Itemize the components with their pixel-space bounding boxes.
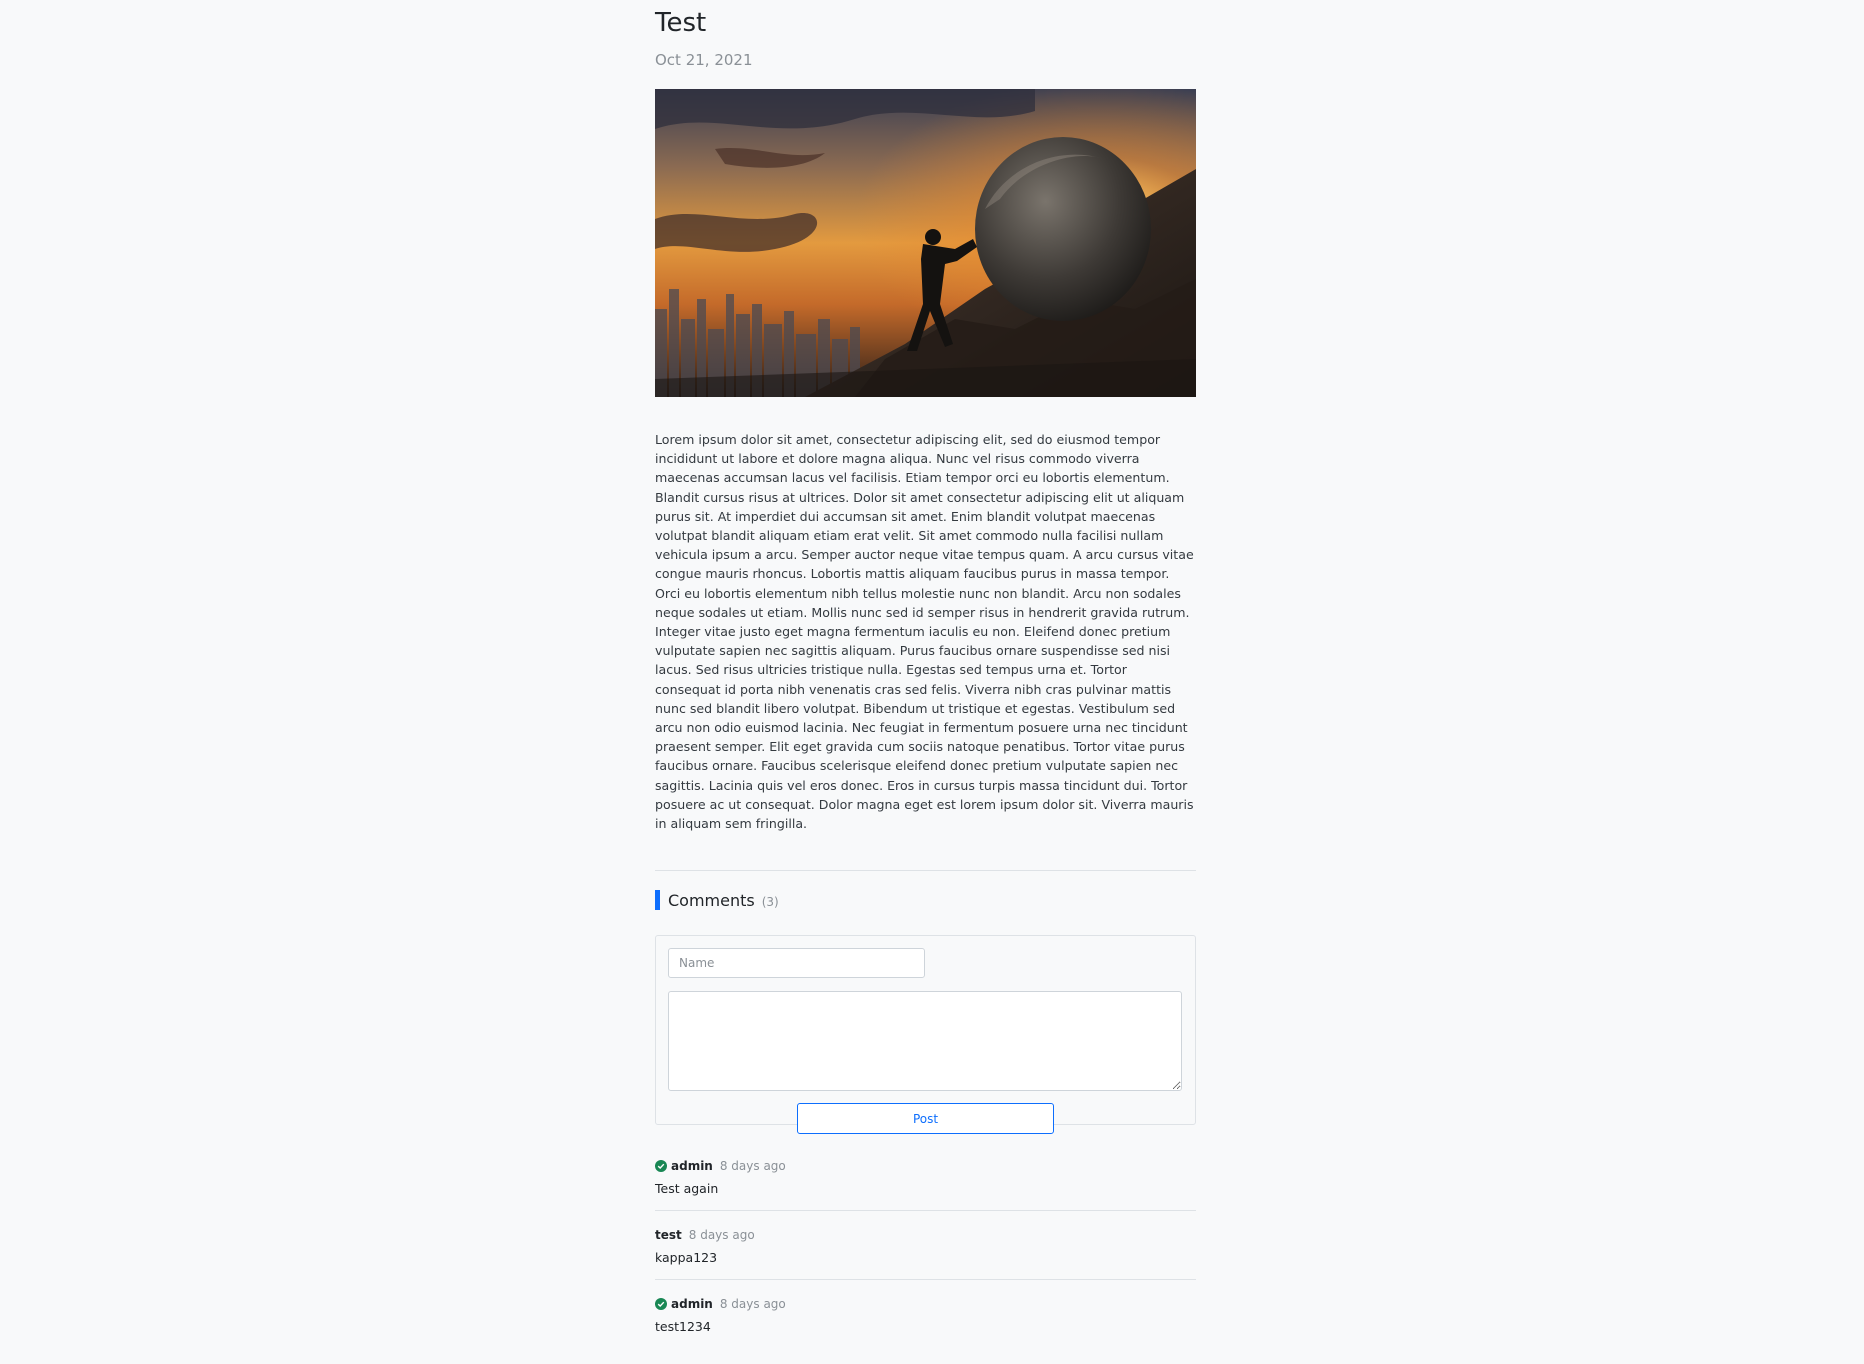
comments-title: Comments: [668, 890, 755, 910]
check-circle-icon: [655, 1160, 667, 1173]
comment-meta: admin 8 days ago: [655, 1158, 1196, 1174]
comment-time: 8 days ago: [719, 1297, 786, 1312]
comment-list: admin 8 days ago Test again test 8 days …: [655, 1158, 1196, 1348]
post-date: Oct 21, 2021: [655, 51, 753, 69]
comment-textarea[interactable]: [668, 991, 1182, 1092]
comment-author[interactable]: admin: [671, 1297, 713, 1311]
post-hero-image: [655, 89, 1196, 397]
post-body: Lorem ipsum dolor sit amet, consectetur …: [655, 432, 1194, 832]
comment-time: 8 days ago: [719, 1159, 786, 1174]
comment-time: 8 days ago: [688, 1228, 755, 1243]
name-input[interactable]: [668, 948, 925, 979]
comment-meta: admin 8 days ago: [655, 1296, 1196, 1312]
comments-count: (3): [761, 894, 779, 909]
post-button[interactable]: Post: [797, 1103, 1054, 1135]
comment-text: Test again: [655, 1181, 719, 1197]
comment-meta: test 8 days ago: [655, 1227, 1196, 1243]
post-container: Test Oct 21, 2021 Lorem ipsum dolor sit …: [655, 0, 1196, 1364]
check-circle-icon: [655, 1298, 667, 1311]
comment-author[interactable]: admin: [671, 1159, 713, 1173]
comments-header: Comments (3): [655, 890, 1196, 911]
comment-text: test1234: [655, 1319, 711, 1335]
comment-item: admin 8 days ago Test again: [655, 1158, 1196, 1212]
section-divider: [655, 870, 1196, 872]
comment-item: test 8 days ago kappa123: [655, 1227, 1196, 1281]
comment-text: kappa123: [655, 1250, 718, 1266]
comment-form: Post: [655, 935, 1196, 1135]
post-title: Test: [655, 8, 707, 38]
comment-author[interactable]: test: [655, 1228, 682, 1242]
comments-accent-bar: [655, 890, 660, 911]
comment-item: admin 8 days ago test1234: [655, 1296, 1196, 1348]
